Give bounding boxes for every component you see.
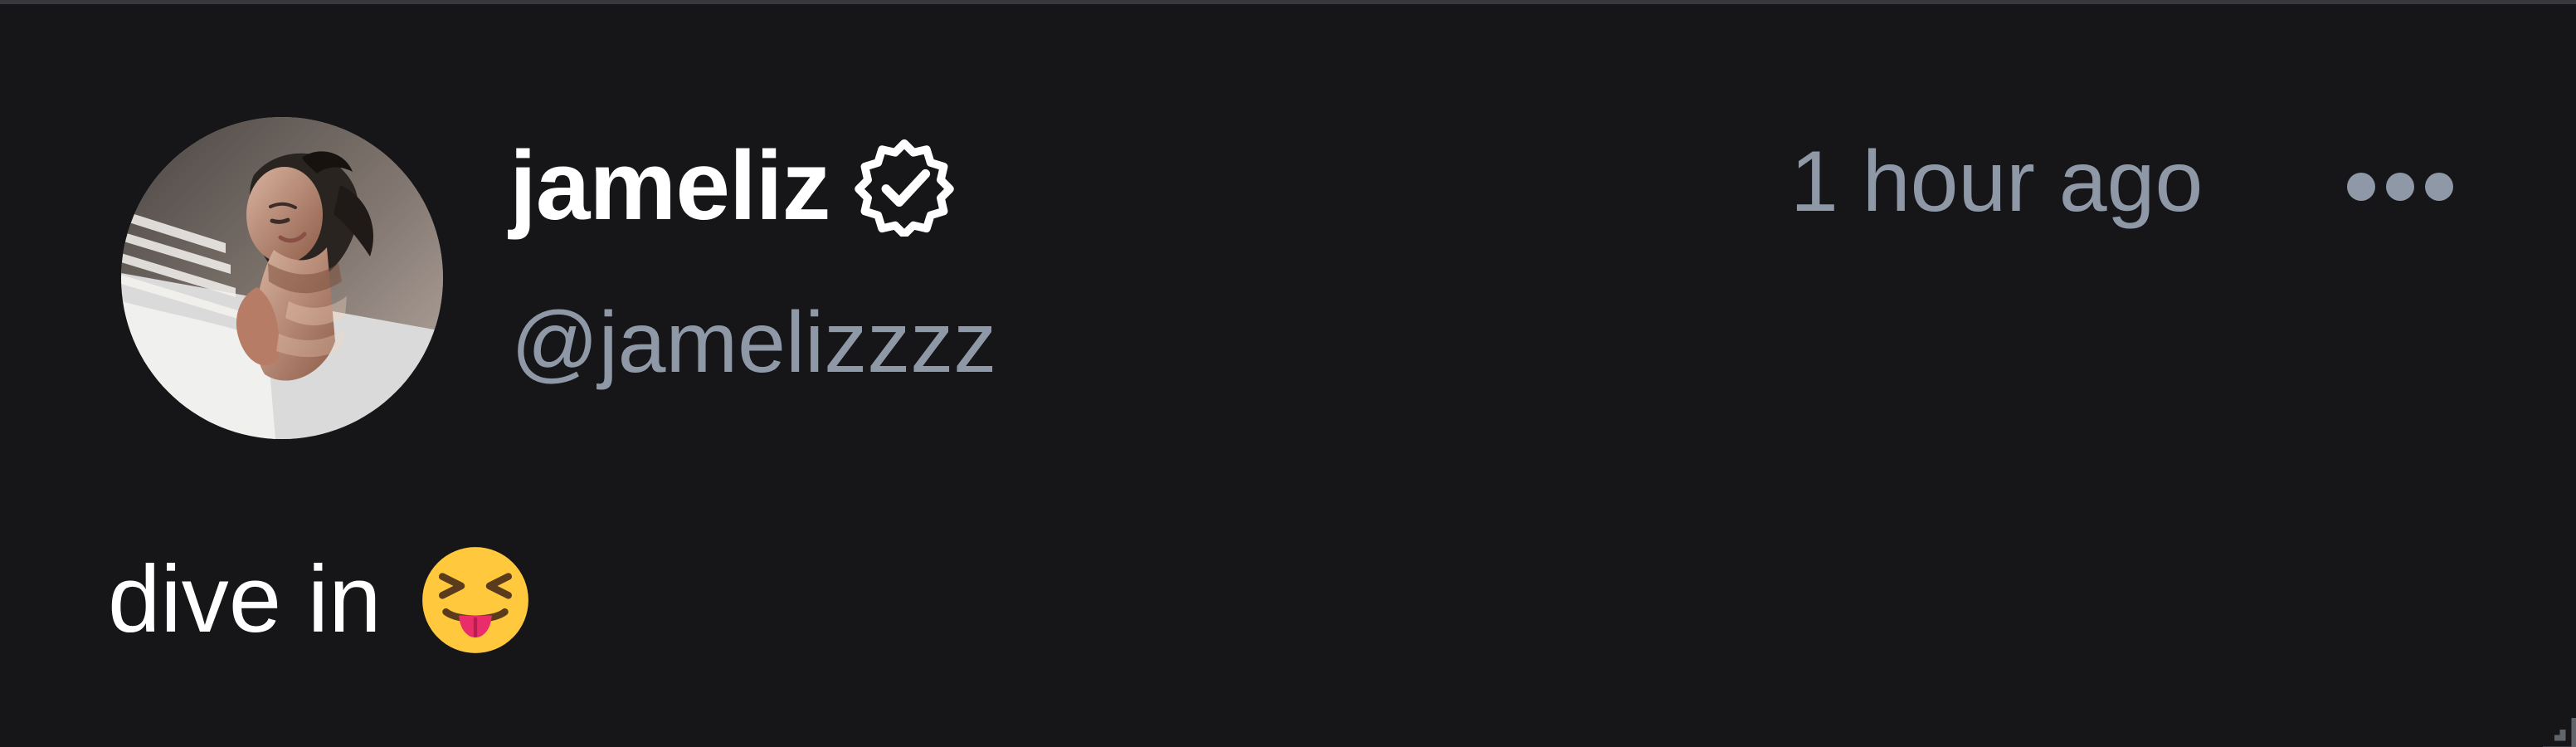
post-text: dive in [108,547,382,652]
more-dot [2386,173,2414,201]
social-post-screen: jameliz @jamelizzzz 1 hour ago dive in [0,0,2576,747]
post-body: dive in [108,538,534,662]
resize-handle-icon[interactable] [2536,711,2576,747]
profile-photo [121,117,443,439]
more-horizontal-icon [2347,173,2453,201]
author-handle[interactable]: @jamelizzzz [511,300,996,386]
author-name-row: jameliz [509,132,955,240]
avatar[interactable] [121,117,443,439]
more-dot [2347,173,2375,201]
squinting-face-with-tongue-icon [421,547,528,653]
display-name[interactable]: jameliz [509,137,831,235]
more-dot [2425,173,2453,201]
verified-badge-icon [854,139,954,237]
post-timestamp[interactable]: 1 hour ago [1790,139,2203,225]
more-options-button[interactable] [2338,152,2462,222]
post-card: jameliz @jamelizzzz 1 hour ago dive in [0,4,2576,747]
